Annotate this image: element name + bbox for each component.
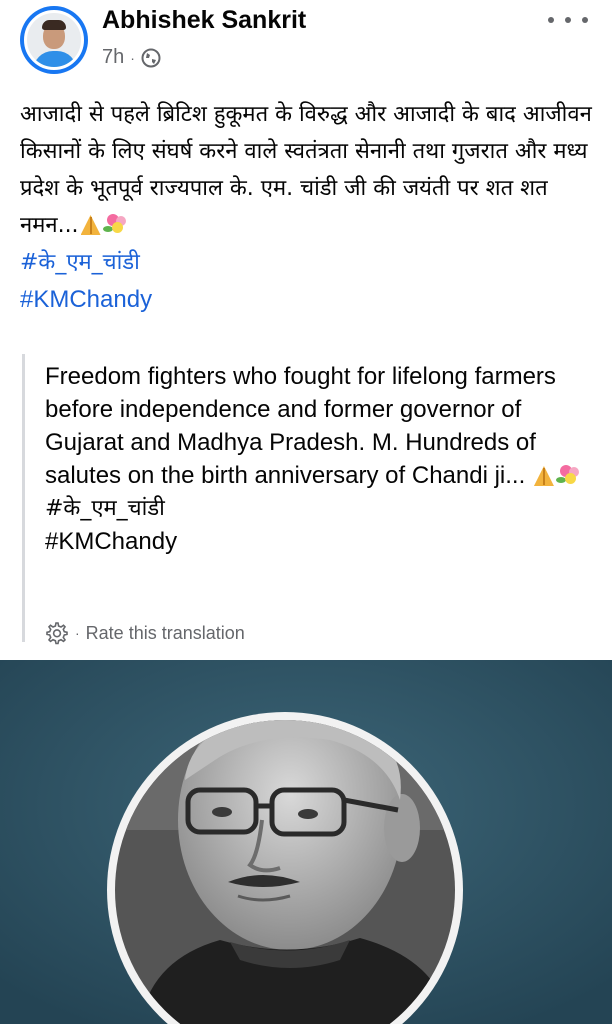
translation-block: Freedom fighters who fought for lifelong… bbox=[22, 354, 585, 645]
folded-hands-emoji bbox=[532, 464, 556, 486]
bouquet-emoji bbox=[555, 463, 584, 487]
folded-hands-emoji bbox=[79, 213, 103, 235]
post-header: Abhishek Sankrit 7h · bbox=[0, 0, 612, 90]
translated-hashtag-english[interactable]: #KMChandy bbox=[45, 525, 585, 558]
translation-text-block: Freedom fighters who fought for lifelong… bbox=[45, 360, 585, 558]
globe-icon[interactable] bbox=[141, 48, 161, 68]
hashtag-english-link[interactable]: #KMChandy bbox=[20, 281, 600, 318]
hashtag-hindi-link[interactable]: #के_एम_चांडी bbox=[20, 244, 600, 281]
bouquet-emoji bbox=[102, 212, 131, 236]
rate-translation-row: · Rate this translation bbox=[43, 620, 245, 646]
post-photo[interactable] bbox=[0, 660, 612, 1024]
more-options-icon[interactable] bbox=[548, 10, 588, 30]
post-meta: 7h · bbox=[102, 46, 161, 69]
author-name[interactable]: Abhishek Sankrit bbox=[102, 6, 306, 35]
author-avatar[interactable] bbox=[20, 6, 88, 74]
translated-text: Freedom fighters who fought for lifelong… bbox=[45, 363, 556, 489]
gear-icon[interactable] bbox=[43, 620, 69, 646]
post-body: आजादी से पहले ब्रिटिश हुकूमत के विरुद्ध … bbox=[20, 96, 600, 318]
post-time[interactable]: 7h bbox=[102, 46, 124, 69]
translated-hashtag-hindi[interactable]: #के_एम_चांडी bbox=[45, 492, 585, 525]
portrait-photo bbox=[0, 660, 612, 1024]
meta-separator: · bbox=[130, 49, 135, 66]
rate-translation-link[interactable]: Rate this translation bbox=[86, 623, 245, 644]
rate-separator: · bbox=[75, 625, 80, 641]
